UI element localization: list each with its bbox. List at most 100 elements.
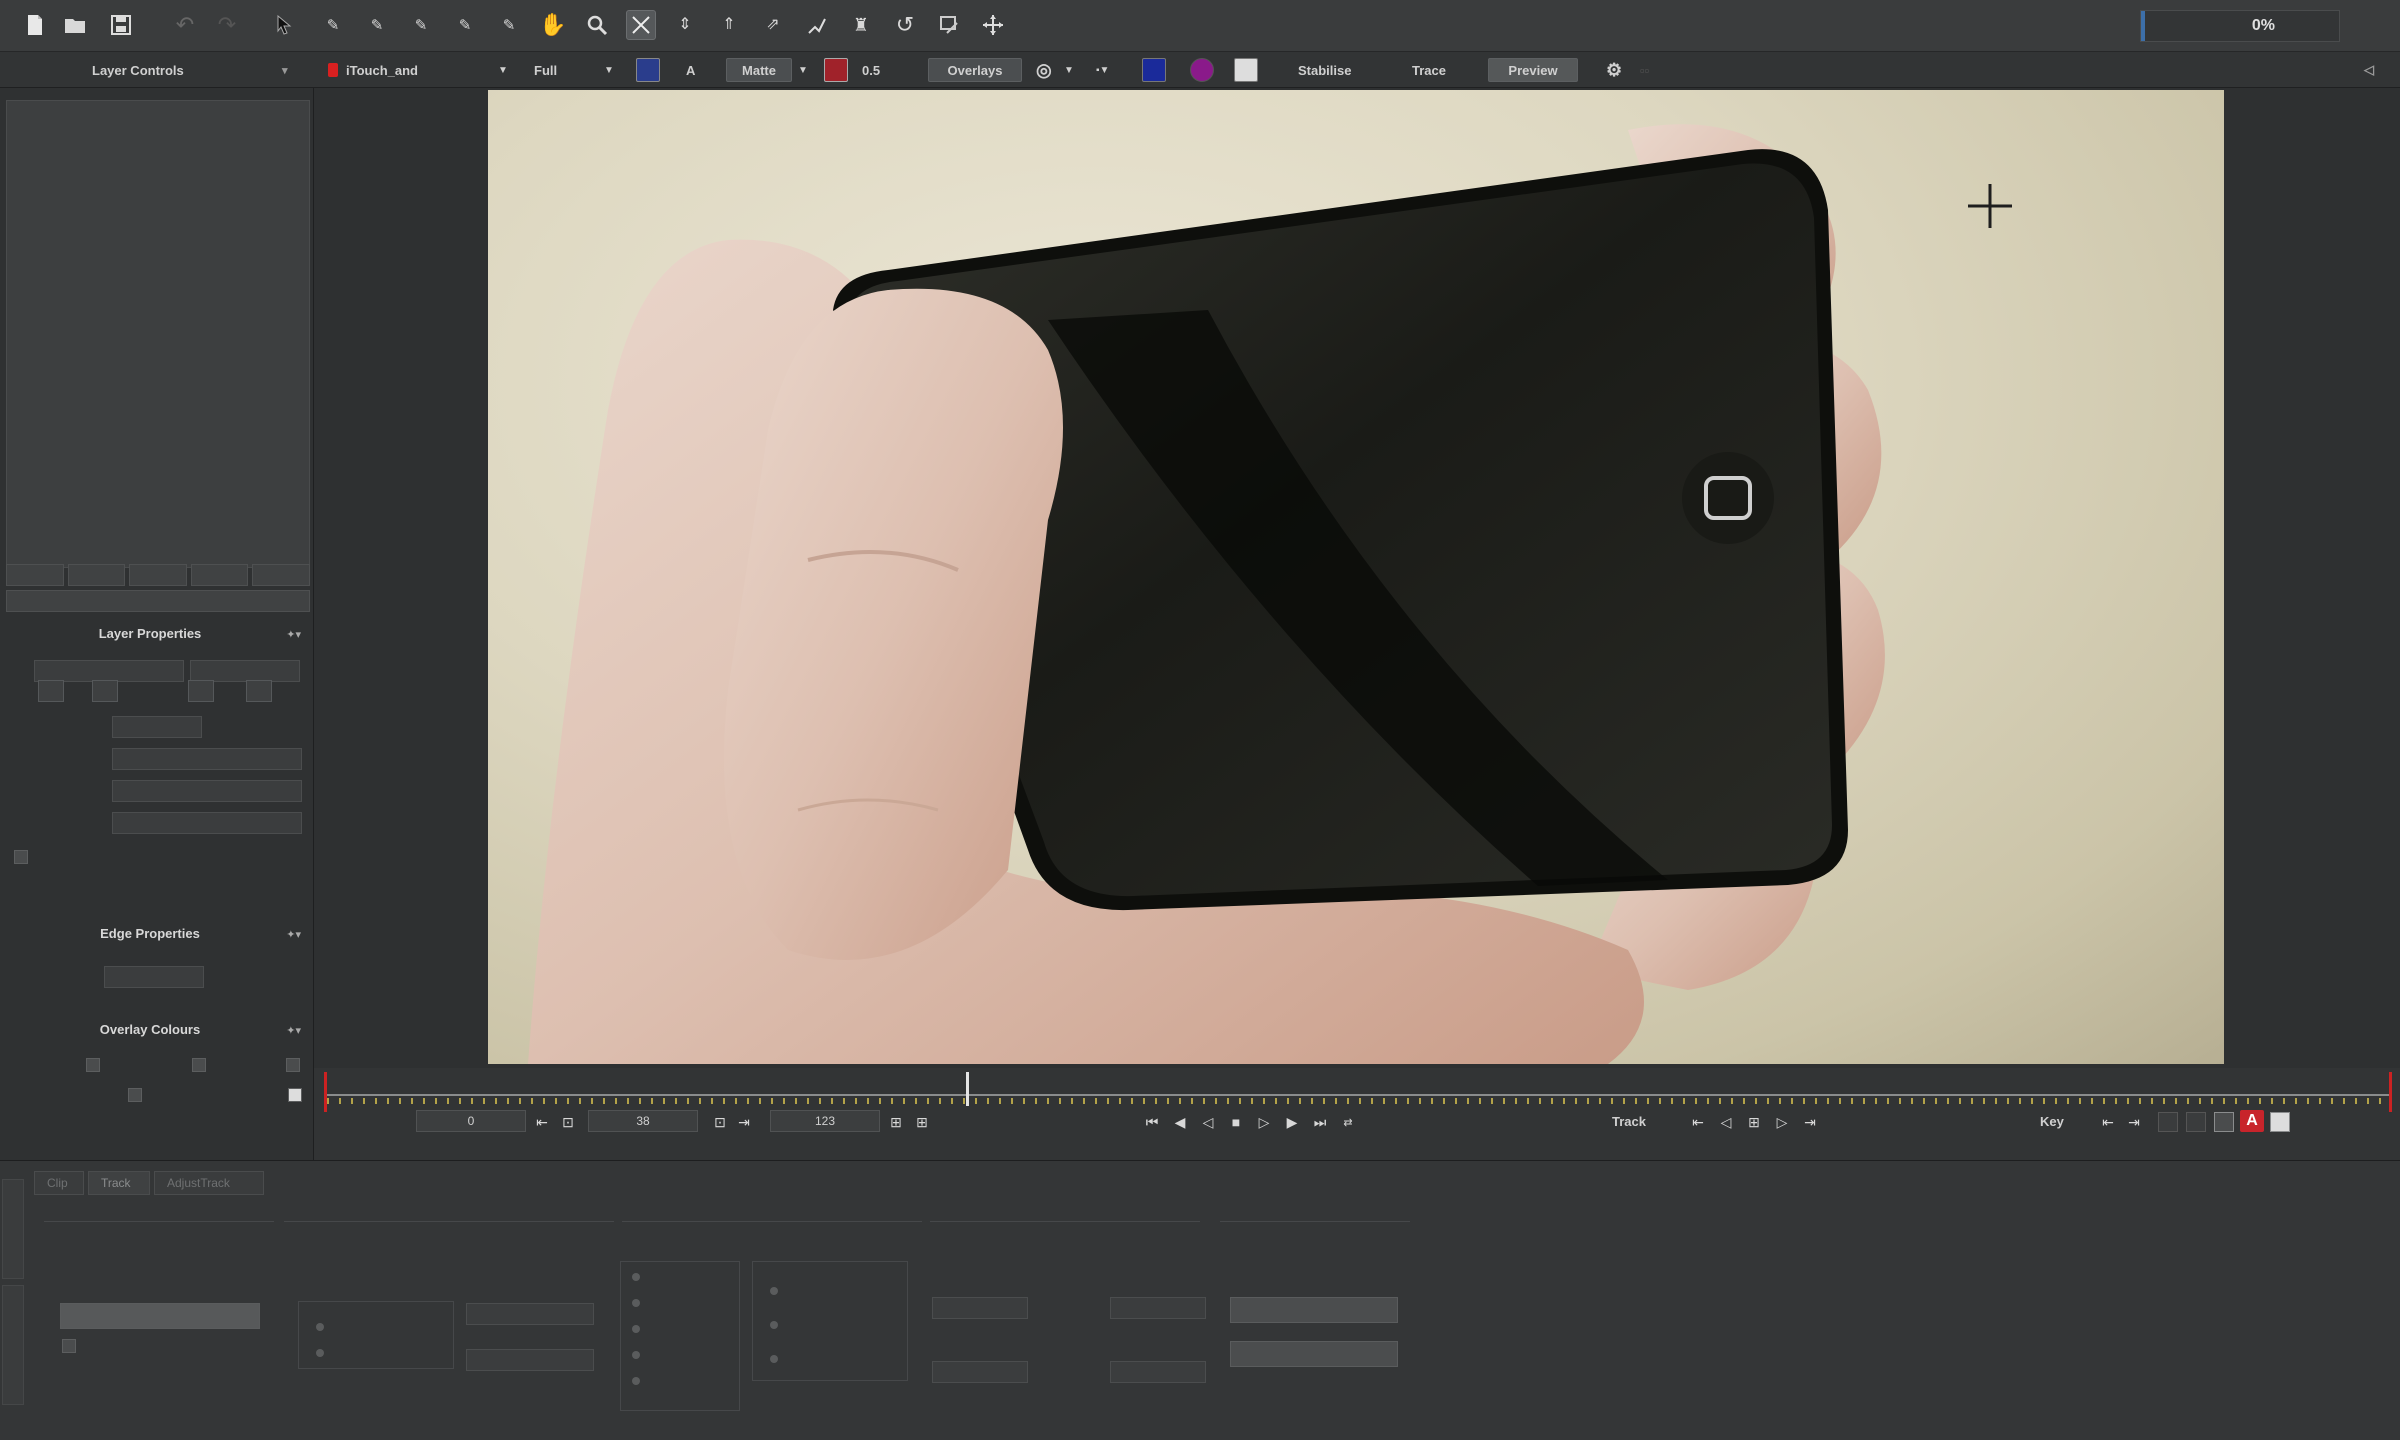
blend-mode-field[interactable] <box>112 716 202 738</box>
go-to-out-icon[interactable]: ⊡ <box>710 1112 730 1132</box>
view-mode-dropdown-icon[interactable]: ▼ <box>798 58 808 82</box>
motion-radio[interactable] <box>316 1349 324 1357</box>
key-option-box[interactable] <box>2186 1112 2206 1132</box>
search-area-button[interactable] <box>1230 1341 1398 1367</box>
play-backward-icon[interactable]: ◀ <box>1170 1112 1190 1132</box>
set-in-point-icon[interactable]: ⇤ <box>532 1112 552 1132</box>
model-check[interactable] <box>632 1299 640 1307</box>
layer-button[interactable] <box>190 564 249 586</box>
alpha-label[interactable]: A <box>686 58 695 82</box>
scale-icon[interactable]: ⇕ <box>670 10 700 40</box>
remove-point-icon[interactable]: ✎ <box>450 10 480 40</box>
open-folder-icon[interactable] <box>60 10 90 40</box>
settings-gear-icon[interactable]: ⚙ <box>1606 58 1622 82</box>
layer-prop-icon[interactable] <box>246 680 272 702</box>
hand-icon[interactable]: ✋ <box>538 10 568 40</box>
step-back-icon[interactable]: ◁ <box>1198 1112 1218 1132</box>
overlay-shapes-icon[interactable]: ◎ <box>1036 58 1052 82</box>
play-forward-icon[interactable]: ▶ <box>1282 1112 1302 1132</box>
add-point-icon[interactable]: ✎ <box>406 10 436 40</box>
go-to-start-icon[interactable]: ⏮ <box>1142 1112 1162 1132</box>
trace-button[interactable]: Trace <box>1412 58 1446 82</box>
angle-field[interactable] <box>1110 1297 1206 1319</box>
overlay-blue-swatch[interactable] <box>1142 58 1166 82</box>
layer-id-field[interactable] <box>190 660 300 682</box>
current-frame-field[interactable]: 38 <box>588 1110 698 1132</box>
stabilise-button[interactable]: Stabilise <box>1298 58 1351 82</box>
step-forward-icon[interactable]: ▷ <box>1254 1112 1274 1132</box>
side-tab[interactable] <box>2 1179 24 1279</box>
model-check[interactable] <box>632 1351 640 1359</box>
stop-icon[interactable]: ■ <box>1226 1112 1246 1132</box>
smoothing-field[interactable] <box>466 1349 594 1371</box>
overlay-colour-swatch[interactable] <box>86 1058 100 1072</box>
search-area-button[interactable] <box>1230 1297 1398 1323</box>
model-check[interactable] <box>632 1273 640 1281</box>
track-frame-icon[interactable]: ⊞ <box>1744 1112 1764 1132</box>
track-step-forward-icon[interactable]: ▷ <box>1772 1112 1792 1132</box>
layer-button[interactable] <box>129 564 187 586</box>
shear-icon[interactable]: ⇗ <box>758 10 788 40</box>
select-arrow-icon[interactable] <box>270 10 300 40</box>
loop-icon[interactable]: ⇄ <box>1338 1112 1358 1132</box>
range-radio[interactable] <box>770 1287 778 1295</box>
reset-icon[interactable]: ↺ <box>890 10 920 40</box>
tab-clip[interactable]: Clip <box>34 1171 84 1195</box>
autokey-button[interactable]: A <box>2240 1110 2264 1132</box>
inverse-clip-field[interactable] <box>112 780 302 802</box>
preview-button[interactable]: Preview <box>1488 58 1578 82</box>
clip-select[interactable]: iTouch_and <box>328 58 418 82</box>
undo-icon[interactable]: ↶ <box>170 10 200 40</box>
layer-wide-button[interactable] <box>6 590 310 612</box>
layer-button[interactable] <box>67 564 126 586</box>
tracking-crosshair-icon[interactable] <box>1966 182 2014 230</box>
next-key-icon[interactable]: ⇥ <box>2124 1112 2144 1132</box>
footage-frame[interactable] <box>488 90 2224 1064</box>
timeline-track[interactable] <box>324 1072 2392 1112</box>
search-area-field[interactable] <box>932 1361 1028 1383</box>
overlay-options-dropdown-icon[interactable]: ▪▼ <box>1096 58 1109 82</box>
view-mode-select[interactable]: Matte <box>726 58 792 82</box>
track-step-back-icon[interactable]: ◁ <box>1716 1112 1736 1132</box>
track-backward-icon[interactable]: ⇤ <box>1688 1112 1708 1132</box>
colour-channel-icon[interactable] <box>636 58 660 82</box>
go-to-in-icon[interactable]: ⊡ <box>558 1112 578 1132</box>
model-check[interactable] <box>632 1377 640 1385</box>
layer-prop-icon[interactable] <box>188 680 214 702</box>
layer-prop-icon[interactable] <box>92 680 118 702</box>
link-to-layer-field[interactable] <box>112 812 302 834</box>
overlay-colour-swatch[interactable] <box>288 1088 302 1102</box>
surface-icon[interactable] <box>934 10 964 40</box>
panel-pin-icon[interactable]: ▾ <box>282 58 288 82</box>
link-checkbox[interactable] <box>14 850 28 864</box>
end-frame-field[interactable]: 123 <box>770 1110 880 1132</box>
layer-properties-pin-icon[interactable]: ✦▾ <box>286 628 301 641</box>
min-pixels-field[interactable] <box>466 1303 594 1325</box>
key-option-box[interactable] <box>2158 1112 2178 1132</box>
clip-dropdown-icon[interactable]: ▼ <box>498 58 508 82</box>
edge-properties-pin-icon[interactable]: ✦▾ <box>286 928 301 941</box>
go-to-end-icon[interactable]: ⏭ <box>1310 1112 1330 1132</box>
scale-field[interactable] <box>1110 1361 1206 1383</box>
perspective-icon[interactable] <box>802 10 832 40</box>
overlay-shapes-dropdown-icon[interactable]: ▼ <box>1064 58 1074 82</box>
prev-key-icon[interactable]: ⇤ <box>2098 1112 2118 1132</box>
input-clip-select[interactable] <box>60 1303 260 1329</box>
xspline-icon[interactable]: ✎ <box>318 10 348 40</box>
save-icon[interactable] <box>106 10 136 40</box>
key-option-box[interactable] <box>2214 1112 2234 1132</box>
transform-icon[interactable] <box>626 10 656 40</box>
tab-adjusttrack[interactable]: AdjustTrack <box>154 1171 264 1195</box>
motion-radio[interactable] <box>316 1323 324 1331</box>
edge-width-field[interactable] <box>104 966 204 988</box>
viewer-collapse-icon[interactable]: ◁ <box>2364 58 2374 82</box>
overlays-button[interactable]: Overlays <box>928 58 1022 82</box>
corner-pin-icon[interactable]: ♜ <box>846 10 876 40</box>
viewer-canvas[interactable] <box>314 88 2400 1068</box>
zoom-icon[interactable] <box>582 10 612 40</box>
output-clip-field[interactable] <box>112 748 302 770</box>
bspline-icon[interactable]: ✎ <box>362 10 392 40</box>
overlay-colour-swatch[interactable] <box>128 1088 142 1102</box>
rotate-icon[interactable]: ⇑ <box>714 10 744 40</box>
model-check[interactable] <box>632 1325 640 1333</box>
